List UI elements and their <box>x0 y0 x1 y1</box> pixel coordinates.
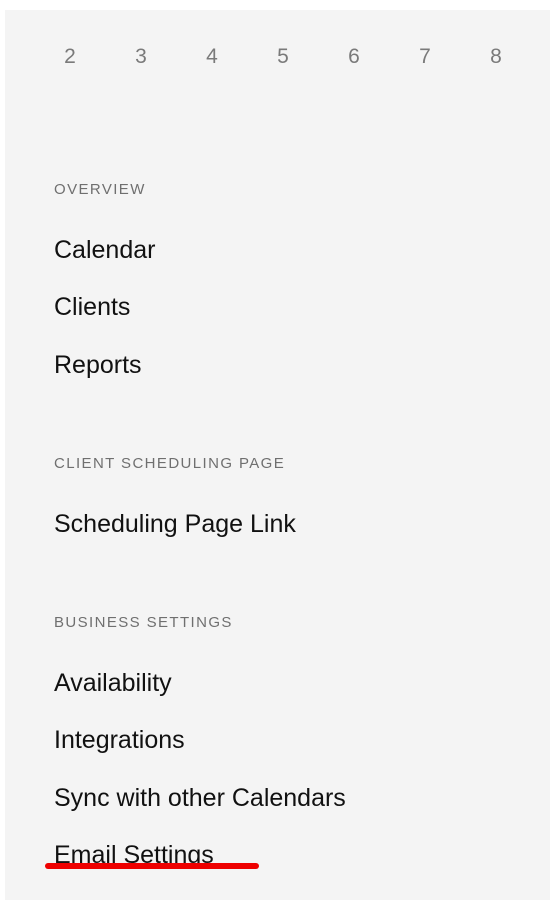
nav-item-reports[interactable]: Reports <box>54 350 142 380</box>
date-strip: 2 3 4 5 6 7 8 <box>5 45 550 85</box>
nav-item-clients[interactable]: Clients <box>54 292 130 322</box>
section-heading-business-settings: BUSINESS SETTINGS <box>54 614 233 631</box>
nav-item-availability[interactable]: Availability <box>54 668 172 698</box>
section-heading-client-scheduling-page: CLIENT SCHEDULING PAGE <box>54 455 286 472</box>
nav-item-scheduling-page-link[interactable]: Scheduling Page Link <box>54 509 296 539</box>
active-item-underline <box>45 863 259 869</box>
date-day-8[interactable]: 8 <box>481 45 511 69</box>
date-day-4[interactable]: 4 <box>197 45 227 69</box>
sidebar-panel: 2 3 4 5 6 7 8 OVERVIEW Calendar Clients … <box>5 10 550 900</box>
section-heading-overview: OVERVIEW <box>54 181 146 198</box>
date-day-7[interactable]: 7 <box>410 45 440 69</box>
date-day-3[interactable]: 3 <box>126 45 156 69</box>
nav-item-calendar[interactable]: Calendar <box>54 235 155 265</box>
nav-item-integrations[interactable]: Integrations <box>54 725 185 755</box>
date-day-2[interactable]: 2 <box>55 45 85 69</box>
date-day-5[interactable]: 5 <box>268 45 298 69</box>
date-day-6[interactable]: 6 <box>339 45 369 69</box>
nav-item-sync-with-other-calendars[interactable]: Sync with other Calendars <box>54 783 346 813</box>
